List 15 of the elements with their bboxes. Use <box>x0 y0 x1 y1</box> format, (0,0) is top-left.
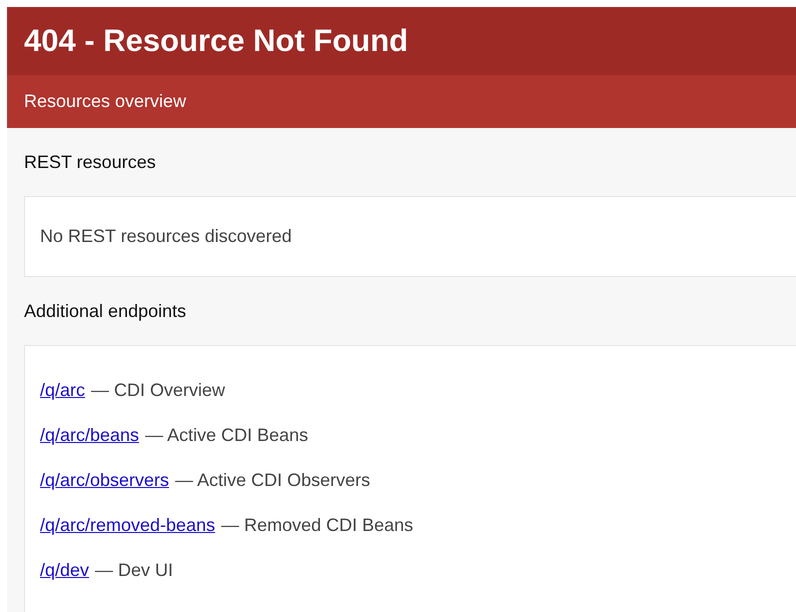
page-title: 404 - Resource Not Found <box>24 23 408 59</box>
section-heading: REST resources <box>24 150 157 174</box>
endpoint-description: — Active CDI Beans <box>145 425 308 446</box>
endpoint-link[interactable]: /q/arc/removed-beans <box>40 515 216 536</box>
endpoint-link[interactable]: /q/dev <box>40 560 90 581</box>
endpoint-link[interactable]: /q/arc/beans <box>40 425 140 446</box>
subheader-title: Resources overview <box>24 91 186 112</box>
section-heading: Additional endpoints <box>24 300 188 323</box>
endpoint-description: — CDI Overview <box>91 380 226 401</box>
endpoint-link[interactable]: /q/arc/observers <box>40 470 170 491</box>
endpoint-link[interactable]: /q/arc <box>40 380 86 401</box>
endpoint-description: — Removed CDI Beans <box>221 515 414 536</box>
empty-message: No REST resources discovered <box>40 226 292 247</box>
endpoint-description: — Dev UI <box>95 560 174 581</box>
endpoint-description: — Active CDI Observers <box>175 470 370 491</box>
